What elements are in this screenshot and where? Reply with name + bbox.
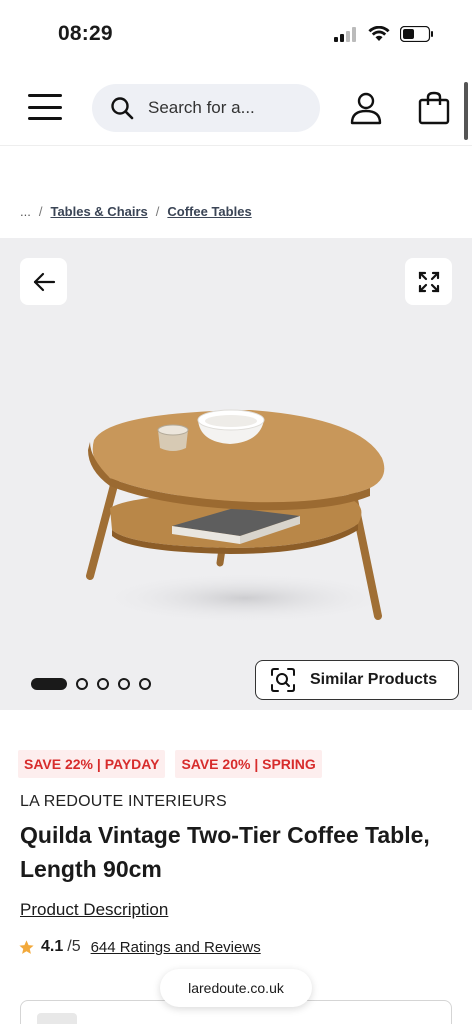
breadcrumb-coffee-tables[interactable]: Coffee Tables	[167, 204, 251, 219]
similar-products-label: Similar Products	[310, 671, 438, 688]
status-time: 08:29	[58, 22, 113, 45]
menu-icon[interactable]	[28, 94, 62, 120]
wifi-icon	[368, 26, 390, 41]
cellular-signal-icon	[334, 27, 356, 42]
search-placeholder: Search for a...	[148, 98, 255, 117]
rating-value: 4.1	[41, 938, 64, 955]
bottom-card-thumbnail	[37, 1013, 77, 1024]
promo-badge: SAVE 22% | PAYDAY	[18, 750, 166, 778]
breadcrumb-tables-chairs[interactable]: Tables & Chairs	[50, 204, 147, 219]
breadcrumb-ellipsis[interactable]: ...	[20, 204, 31, 219]
pagination-dot[interactable]	[139, 678, 151, 690]
arrow-left-icon	[33, 272, 55, 291]
visual-search-icon	[271, 668, 295, 692]
status-bar: 08:29	[0, 0, 472, 68]
status-icons	[334, 26, 434, 42]
pagination-dot[interactable]	[118, 678, 130, 690]
product-brand[interactable]: LA REDOUTE INTERIEURS	[20, 793, 227, 811]
battery-icon	[400, 26, 433, 42]
product-description-link[interactable]: Product Description	[20, 900, 168, 920]
site-header: Search for a...	[0, 68, 472, 146]
browser-url-bar[interactable]: laredoute.co.uk	[160, 969, 312, 1007]
breadcrumb-separator: /	[38, 204, 43, 219]
breadcrumb: ... / Tables & Chairs / Coffee Tables	[20, 204, 252, 219]
search-icon	[111, 97, 134, 120]
pagination-dot[interactable]	[76, 678, 88, 690]
scrollbar[interactable]	[464, 82, 468, 140]
shopping-bag-icon[interactable]	[416, 90, 452, 126]
star-icon	[19, 939, 34, 954]
product-title: Quilda Vintage Two-Tier Coffee Table, Le…	[20, 822, 430, 882]
search-input[interactable]: Search for a...	[92, 84, 320, 132]
breadcrumb-separator: /	[155, 204, 160, 219]
similar-products-button[interactable]: Similar Products	[255, 660, 459, 700]
rating-max: /5	[67, 938, 81, 955]
fullscreen-button[interactable]	[405, 258, 452, 305]
product-image	[86, 409, 395, 624]
promo-badges: SAVE 22% | PAYDAY SAVE 20% | SPRING	[18, 750, 322, 778]
account-icon[interactable]	[348, 90, 384, 126]
gallery-pagination	[31, 678, 151, 690]
pagination-dot[interactable]	[97, 678, 109, 690]
ratings-reviews-link[interactable]: 644 Ratings and Reviews	[91, 939, 261, 956]
product-rating: 4.1 /5 644 Ratings and Reviews	[18, 938, 261, 956]
pagination-dot-active[interactable]	[31, 678, 67, 690]
expand-icon	[418, 271, 439, 292]
product-gallery[interactable]: Similar Products	[0, 238, 472, 710]
promo-badge: SAVE 20% | SPRING	[175, 750, 322, 778]
back-button[interactable]	[20, 258, 67, 305]
